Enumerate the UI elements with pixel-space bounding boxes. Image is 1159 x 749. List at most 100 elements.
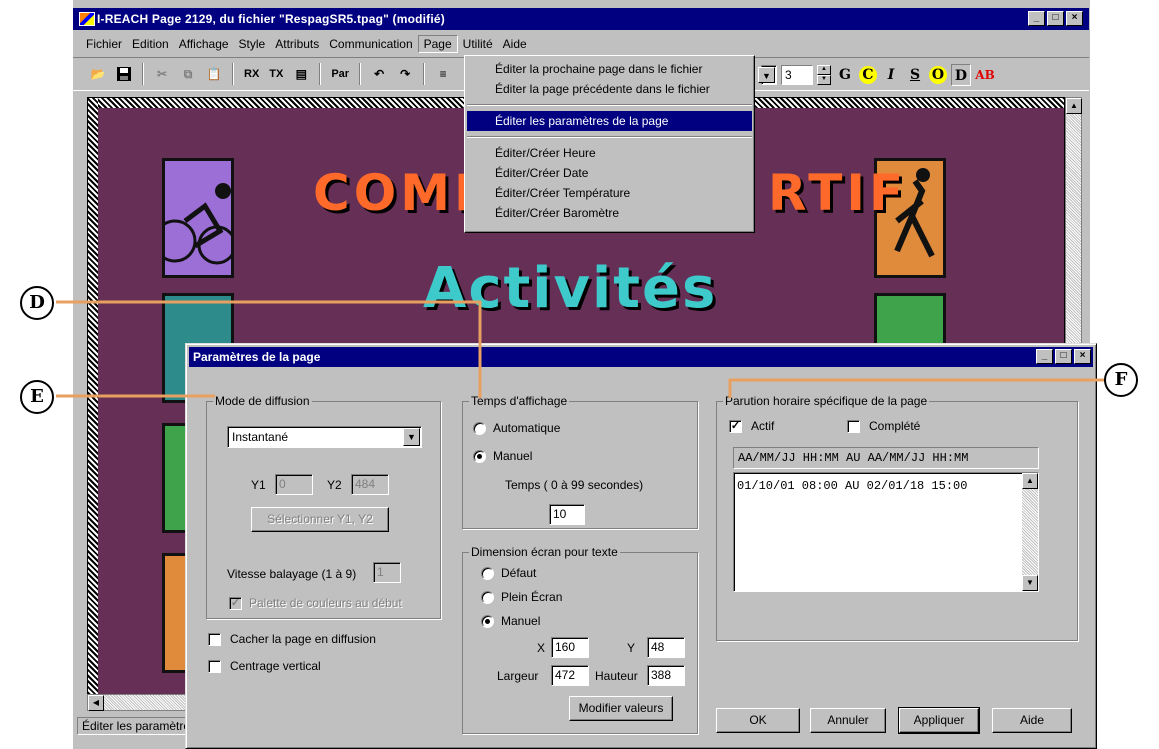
menu-separator <box>467 104 752 106</box>
close-button[interactable]: × <box>1066 11 1083 26</box>
hide-page-label: Cacher la page en diffusion <box>230 632 376 646</box>
double-height-button[interactable]: D <box>951 64 971 86</box>
dialog-title-bar[interactable]: Paramètres de la page _ □ × <box>189 347 1093 367</box>
active-label: Actif <box>751 419 775 433</box>
scroll-up-icon[interactable]: ▲ <box>1066 98 1082 114</box>
scroll-left-icon[interactable]: ◀ <box>88 695 104 711</box>
y-field[interactable]: 48 <box>647 637 685 658</box>
app-icon <box>79 12 95 26</box>
display-time-label: Temps d'affichage <box>469 394 570 408</box>
fullscreen-radio[interactable] <box>481 591 494 604</box>
menu-attributs[interactable]: Attributs <box>270 36 324 52</box>
menu-item-next-page[interactable]: Éditer la prochaine page dans le fichier <box>467 59 752 79</box>
underline-button[interactable]: S <box>905 64 925 86</box>
menu-page[interactable]: Page <box>417 35 458 53</box>
menu-style[interactable]: Style <box>234 36 271 52</box>
time-field[interactable]: 10 <box>549 504 585 525</box>
schedule-header: AA/MM/JJ HH:MM AU AA/MM/JJ HH:MM <box>733 447 1039 469</box>
outline-button[interactable]: O <box>929 66 947 84</box>
color-c-button[interactable]: C <box>859 66 877 84</box>
dialog-title: Paramètres de la page <box>193 350 321 364</box>
schedule-list[interactable]: 01/10/01 08:00 AU 02/01/18 15:00 ▲ ▼ <box>733 472 1039 592</box>
menu-item-barometer[interactable]: Éditer/Créer Baromètre <box>467 203 752 223</box>
chevron-down-icon[interactable]: ▼ <box>403 428 420 446</box>
menu-utilite[interactable]: Utilité <box>458 36 498 52</box>
width-field[interactable]: 472 <box>551 665 589 686</box>
bold-button[interactable]: G <box>835 64 855 86</box>
screen-dimension-group: Dimension écran pour texte Défaut Plein … <box>462 545 698 734</box>
menu-communication[interactable]: Communication <box>324 36 417 52</box>
modify-values-button[interactable]: Modifier valeurs <box>569 696 673 721</box>
scan-speed-field[interactable]: 1 <box>373 562 401 583</box>
completed-checkbox[interactable] <box>847 420 860 433</box>
auto-radio[interactable] <box>473 422 486 435</box>
palette-checkbox[interactable]: ✓ <box>229 597 242 610</box>
font-size-spinner[interactable]: ▲ ▼ <box>817 65 831 85</box>
align-icon[interactable]: ≡ <box>432 63 454 85</box>
menu-affichage[interactable]: Affichage <box>174 36 234 52</box>
y1-field[interactable]: 0 <box>275 474 313 495</box>
italic-button[interactable]: I <box>881 64 901 86</box>
cancel-button[interactable]: Annuler <box>810 708 886 733</box>
manual-size-radio[interactable] <box>481 615 494 628</box>
status-text: Éditer les paramètres de la page <box>77 717 189 735</box>
schedule-label: Parution horaire spécifique de la page <box>723 394 930 408</box>
broadcast-mode-select[interactable]: Instantané ▼ <box>227 426 422 448</box>
menu-item-date[interactable]: Éditer/Créer Date <box>467 163 752 183</box>
hide-page-checkbox[interactable] <box>208 633 221 646</box>
toolbar-separator <box>319 63 322 85</box>
height-field[interactable]: 388 <box>647 665 685 686</box>
menu-aide[interactable]: Aide <box>498 36 532 52</box>
menu-item-time[interactable]: Éditer/Créer Heure <box>467 143 752 163</box>
font-dropdown[interactable]: ▼ <box>758 65 777 85</box>
menu-item-page-params[interactable]: Éditer les paramètres de la page <box>467 111 752 131</box>
maximize-button[interactable]: □ <box>1047 11 1064 26</box>
help-button[interactable]: Aide <box>992 708 1072 733</box>
color-ab-button[interactable]: AB <box>975 64 995 86</box>
document-icon[interactable]: ▤ <box>290 63 312 85</box>
schedule-scrollbar[interactable]: ▲ ▼ <box>1022 473 1038 591</box>
canvas-border <box>88 98 98 694</box>
menu-edition[interactable]: Edition <box>127 36 174 52</box>
dialog-minimize-button[interactable]: _ <box>1036 349 1053 364</box>
select-y1-y2-button[interactable]: Sélectionner Y1, Y2 <box>251 507 389 532</box>
callout-f: F <box>1104 363 1138 397</box>
broadcast-mode-label: Mode de diffusion <box>213 394 312 408</box>
auto-label: Automatique <box>493 421 561 435</box>
toolbar-separator <box>423 63 426 85</box>
x-label: X <box>537 641 546 655</box>
redo-icon[interactable]: ↷ <box>394 63 416 85</box>
open-folder-icon[interactable]: 📂 <box>87 63 109 85</box>
y2-field[interactable]: 484 <box>351 474 389 495</box>
par-button[interactable]: Par <box>328 63 352 85</box>
center-vertical-checkbox[interactable] <box>208 660 221 673</box>
callout-d: D <box>20 286 54 320</box>
menu-fichier[interactable]: Fichier <box>81 36 127 52</box>
active-checkbox[interactable]: ✓ <box>729 420 742 433</box>
scroll-up-icon[interactable]: ▲ <box>1022 473 1038 489</box>
x-field[interactable]: 160 <box>551 637 589 658</box>
broadcast-mode-value: Instantané <box>232 430 289 444</box>
page-menu-dropdown: Éditer la prochaine page dans le fichier… <box>464 55 755 233</box>
scroll-down-icon[interactable]: ▼ <box>1022 575 1038 591</box>
schedule-row[interactable]: 01/10/01 08:00 AU 02/01/18 15:00 <box>737 479 967 493</box>
cut-icon[interactable]: ✂ <box>151 63 173 85</box>
undo-icon[interactable]: ↶ <box>368 63 390 85</box>
apply-button[interactable]: Appliquer <box>898 707 980 734</box>
default-radio[interactable] <box>481 567 494 580</box>
minimize-button[interactable]: _ <box>1028 11 1045 26</box>
copy-icon[interactable]: ⧉ <box>177 63 199 85</box>
manual-radio[interactable] <box>473 450 486 463</box>
dialog-close-button[interactable]: × <box>1074 349 1091 364</box>
title-bar[interactable]: I-REACH Page 2129, du fichier "RespagSR5… <box>73 8 1089 30</box>
rx-button[interactable]: RX <box>241 63 262 85</box>
menu-item-temperature[interactable]: Éditer/Créer Température <box>467 183 752 203</box>
paste-icon[interactable]: 📋 <box>203 63 225 85</box>
tx-button[interactable]: TX <box>266 63 286 85</box>
callout-e: E <box>20 380 54 414</box>
font-size-field[interactable]: 3 <box>781 65 813 85</box>
menu-item-previous-page[interactable]: Éditer la page précédente dans le fichie… <box>467 79 752 99</box>
dialog-maximize-button[interactable]: □ <box>1055 349 1072 364</box>
save-icon[interactable] <box>113 63 135 85</box>
ok-button[interactable]: OK <box>716 708 800 733</box>
